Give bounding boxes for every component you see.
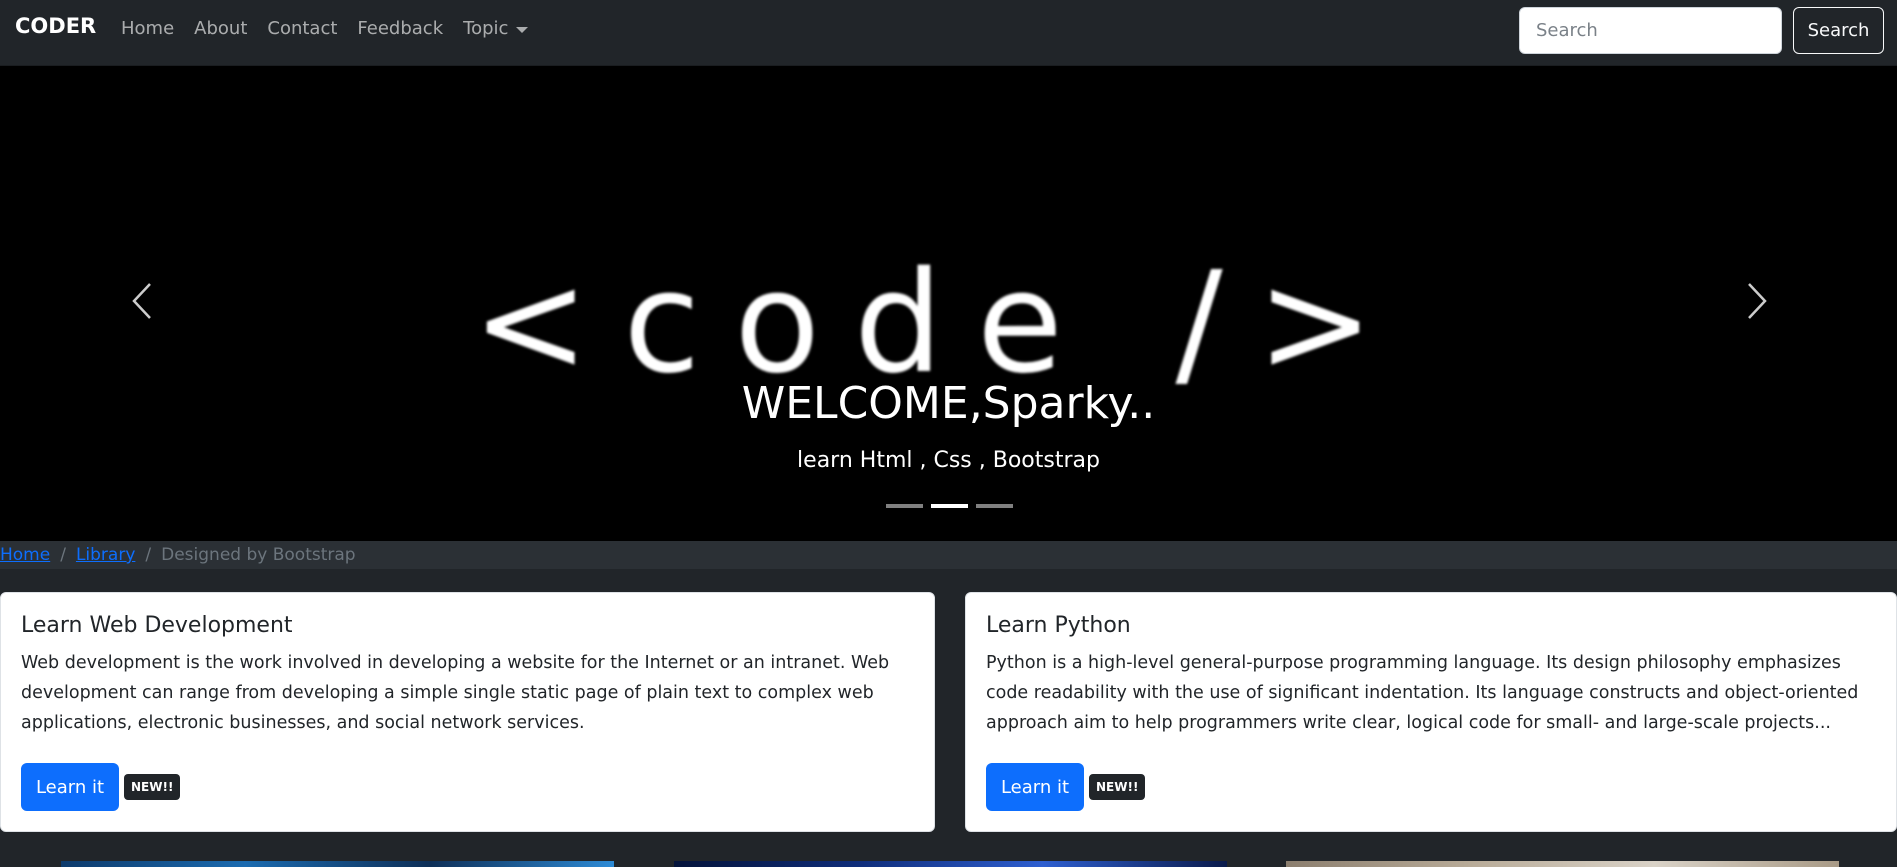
navbar: CODER Home About Contact Feedback Topic … bbox=[0, 0, 1897, 66]
breadcrumb: Home / Library / Designed by Bootstrap bbox=[0, 541, 1897, 569]
learn-it-button[interactable]: Learn it bbox=[986, 763, 1084, 811]
chevron-right-icon bbox=[1748, 283, 1767, 319]
carousel-prev-button[interactable] bbox=[122, 271, 162, 331]
chevron-left-icon bbox=[132, 283, 151, 319]
breadcrumb-separator: / bbox=[145, 545, 152, 565]
code-banner-image: <code /> bbox=[472, 242, 1374, 401]
carousel-indicator-3[interactable] bbox=[976, 504, 1013, 508]
chevron-down-icon bbox=[516, 26, 529, 33]
card-text: Web development is the work involved in … bbox=[21, 653, 890, 733]
card-actions: Learn it NEW!! bbox=[21, 763, 181, 811]
new-badge: NEW!! bbox=[1089, 774, 1146, 800]
brand-logo[interactable]: CODER bbox=[15, 14, 96, 38]
card-title: Learn Python bbox=[986, 613, 1131, 638]
hero-carousel: <code /> WELCOME,Sparky.. learn Html , C… bbox=[0, 66, 1897, 541]
nav-link-home[interactable]: Home bbox=[121, 18, 174, 39]
nav-link-about[interactable]: About bbox=[194, 18, 247, 39]
thumbnail-image[interactable] bbox=[674, 861, 1227, 867]
carousel-indicator-2[interactable] bbox=[931, 504, 968, 508]
nav-link-feedback[interactable]: Feedback bbox=[357, 18, 443, 39]
breadcrumb-separator: / bbox=[60, 545, 66, 565]
carousel-next-button[interactable] bbox=[1737, 271, 1777, 331]
breadcrumb-current: Designed by Bootstrap bbox=[161, 545, 356, 565]
breadcrumb-library[interactable]: Library bbox=[76, 545, 135, 565]
carousel-indicators bbox=[886, 504, 1013, 508]
breadcrumb-home[interactable]: Home bbox=[0, 545, 50, 565]
thumbnail-image[interactable] bbox=[1286, 861, 1839, 867]
carousel-indicator-1[interactable] bbox=[886, 504, 923, 508]
carousel-caption-subtitle: learn Html , Css , Bootstrap bbox=[797, 448, 1100, 473]
nav-link-contact[interactable]: Contact bbox=[267, 18, 337, 39]
search-button[interactable]: Search bbox=[1793, 7, 1884, 54]
card-web-development: Learn Web Development Web development is… bbox=[0, 592, 935, 832]
learn-it-button[interactable]: Learn it bbox=[21, 763, 119, 811]
card-text: Python is a high-level general-purpose p… bbox=[986, 653, 1859, 733]
search-input[interactable] bbox=[1519, 7, 1782, 54]
thumbnail-image[interactable] bbox=[61, 861, 614, 867]
card-actions: Learn it NEW!! bbox=[986, 763, 1146, 811]
card-python: Learn Python Python is a high-level gene… bbox=[965, 592, 1897, 832]
nav-dropdown-topic[interactable]: Topic bbox=[463, 18, 529, 39]
card-title: Learn Web Development bbox=[21, 613, 293, 638]
new-badge: NEW!! bbox=[124, 774, 181, 800]
nav-dropdown-topic-label: Topic bbox=[463, 18, 509, 39]
nav-links: Home About Contact Feedback Topic bbox=[121, 18, 548, 39]
carousel-caption-title: WELCOME,Sparky.. bbox=[741, 378, 1156, 429]
